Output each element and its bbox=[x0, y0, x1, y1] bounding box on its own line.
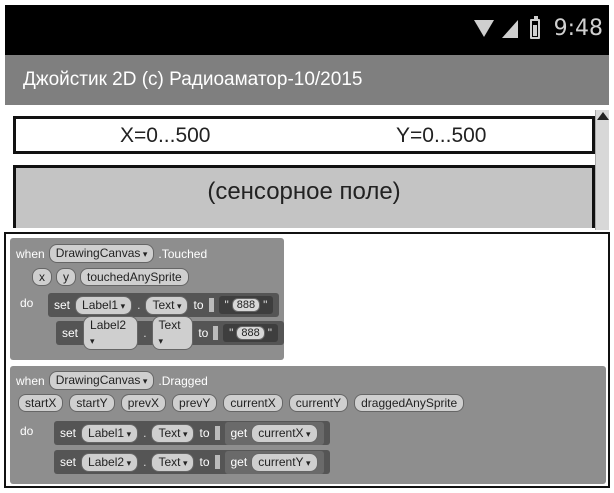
socket-connector bbox=[213, 326, 219, 340]
text-property-dropdown[interactable]: Text bbox=[151, 316, 194, 350]
socket-connector bbox=[208, 298, 214, 312]
quote-close: " bbox=[267, 326, 272, 340]
dragged-event-block[interactable]: when DrawingCanvas .Dragged startX start… bbox=[10, 366, 606, 484]
get-keyword: get bbox=[230, 426, 248, 440]
param-current-x[interactable]: currentX bbox=[223, 394, 283, 412]
touched-event-block[interactable]: when DrawingCanvas .Touched x y touchedA… bbox=[10, 238, 284, 360]
quote-close: " bbox=[263, 298, 268, 312]
dot-separator: . bbox=[143, 426, 147, 440]
param-current-y[interactable]: currentY bbox=[288, 394, 349, 412]
text-property-dropdown[interactable]: Text bbox=[145, 295, 189, 315]
set-label2-block[interactable]: set Label2 . Text to " 888 " bbox=[56, 316, 284, 350]
app-title: Джойстик 2D (с) Радиоаматор-10/2015 bbox=[5, 55, 609, 105]
do-keyword: do bbox=[20, 424, 34, 438]
set-keyword: set bbox=[60, 455, 77, 469]
quote-open: " bbox=[229, 326, 234, 340]
x-label: X=0...500 bbox=[120, 124, 211, 147]
text-string-block[interactable]: " 888 " bbox=[223, 324, 278, 342]
string-value[interactable]: 888 bbox=[231, 298, 261, 312]
drawing-canvas[interactable]: (сенсорное поле) bbox=[13, 165, 595, 228]
label1-dropdown[interactable]: Label1 bbox=[75, 295, 133, 315]
when-keyword: when bbox=[16, 246, 45, 261]
when-keyword: when bbox=[16, 373, 45, 388]
current-x-dropdown[interactable]: currentX bbox=[251, 423, 318, 443]
event-params: x y touchedAnySprite bbox=[32, 268, 189, 286]
component-dropdown[interactable]: DrawingCanvas bbox=[48, 371, 155, 390]
do-keyword: do bbox=[20, 296, 34, 310]
socket-connector bbox=[214, 426, 220, 440]
string-value[interactable]: 888 bbox=[236, 326, 265, 340]
battery-icon bbox=[529, 15, 540, 39]
label2-dropdown[interactable]: Label2 bbox=[81, 452, 139, 472]
text-property-dropdown[interactable]: Text bbox=[151, 452, 195, 472]
dot-separator: . bbox=[137, 298, 141, 312]
current-y-dropdown[interactable]: currentY bbox=[251, 452, 318, 472]
dot-separator: . bbox=[143, 326, 147, 340]
param-dragged-any-sprite[interactable]: draggedAnySprite bbox=[354, 394, 465, 412]
event-params: startX startY prevX prevY currentX curre… bbox=[18, 394, 465, 412]
text-property-dropdown[interactable]: Text bbox=[151, 423, 195, 443]
touch-field-label: (сенсорное поле) bbox=[207, 178, 401, 205]
to-keyword: to bbox=[199, 455, 210, 469]
status-icons: 9:48 bbox=[473, 15, 603, 41]
dragged-event-header: when DrawingCanvas .Dragged bbox=[16, 371, 208, 390]
set-label1-block[interactable]: set Label1 . Text to get currentX bbox=[54, 421, 330, 445]
component-dropdown[interactable]: DrawingCanvas bbox=[48, 244, 155, 263]
get-block[interactable]: get currentY bbox=[224, 450, 324, 474]
set-keyword: set bbox=[54, 298, 71, 312]
param-y[interactable]: y bbox=[56, 268, 76, 286]
set-keyword: set bbox=[62, 326, 79, 340]
coordinates-display: X=0...500 Y=0...500 bbox=[13, 116, 595, 154]
param-start-x[interactable]: startX bbox=[18, 394, 64, 412]
wifi-icon bbox=[473, 19, 494, 38]
label2-dropdown[interactable]: Label2 bbox=[83, 316, 139, 350]
to-keyword: to bbox=[193, 298, 204, 312]
quote-open: " bbox=[224, 298, 229, 312]
scroll-up-icon[interactable] bbox=[597, 112, 609, 120]
text-string-block[interactable]: " 888 " bbox=[218, 296, 274, 314]
status-time: 9:48 bbox=[553, 16, 603, 41]
signal-icon bbox=[501, 19, 518, 38]
param-prev-y[interactable]: prevY bbox=[172, 394, 218, 412]
param-prev-x[interactable]: prevX bbox=[120, 394, 167, 412]
param-touched-any-sprite[interactable]: touchedAnySprite bbox=[80, 268, 189, 286]
param-start-y[interactable]: startY bbox=[69, 394, 115, 412]
scrollbar[interactable] bbox=[595, 110, 609, 230]
label1-dropdown[interactable]: Label1 bbox=[81, 423, 139, 443]
set-keyword: set bbox=[60, 426, 77, 440]
y-label: Y=0...500 bbox=[396, 124, 487, 147]
dot-separator: . bbox=[143, 455, 147, 469]
event-name: .Dragged bbox=[158, 373, 208, 388]
app-body: X=0...500 Y=0...500 (сенсорное поле) bbox=[5, 105, 609, 230]
socket-connector bbox=[214, 455, 220, 469]
set-label2-block[interactable]: set Label2 . Text to get currentY bbox=[54, 450, 330, 474]
get-block[interactable]: get currentX bbox=[224, 421, 324, 445]
touched-event-header: when DrawingCanvas .Touched bbox=[16, 244, 207, 263]
status-bar: 9:48 bbox=[5, 5, 609, 55]
set-label1-block[interactable]: set Label1 . Text to " 888 " bbox=[48, 293, 280, 317]
get-keyword: get bbox=[230, 455, 248, 469]
event-name: .Touched bbox=[158, 246, 208, 261]
param-x[interactable]: x bbox=[32, 268, 52, 286]
blocks-editor: when DrawingCanvas .Touched x y touchedA… bbox=[4, 232, 610, 488]
to-keyword: to bbox=[198, 326, 209, 340]
to-keyword: to bbox=[199, 426, 210, 440]
